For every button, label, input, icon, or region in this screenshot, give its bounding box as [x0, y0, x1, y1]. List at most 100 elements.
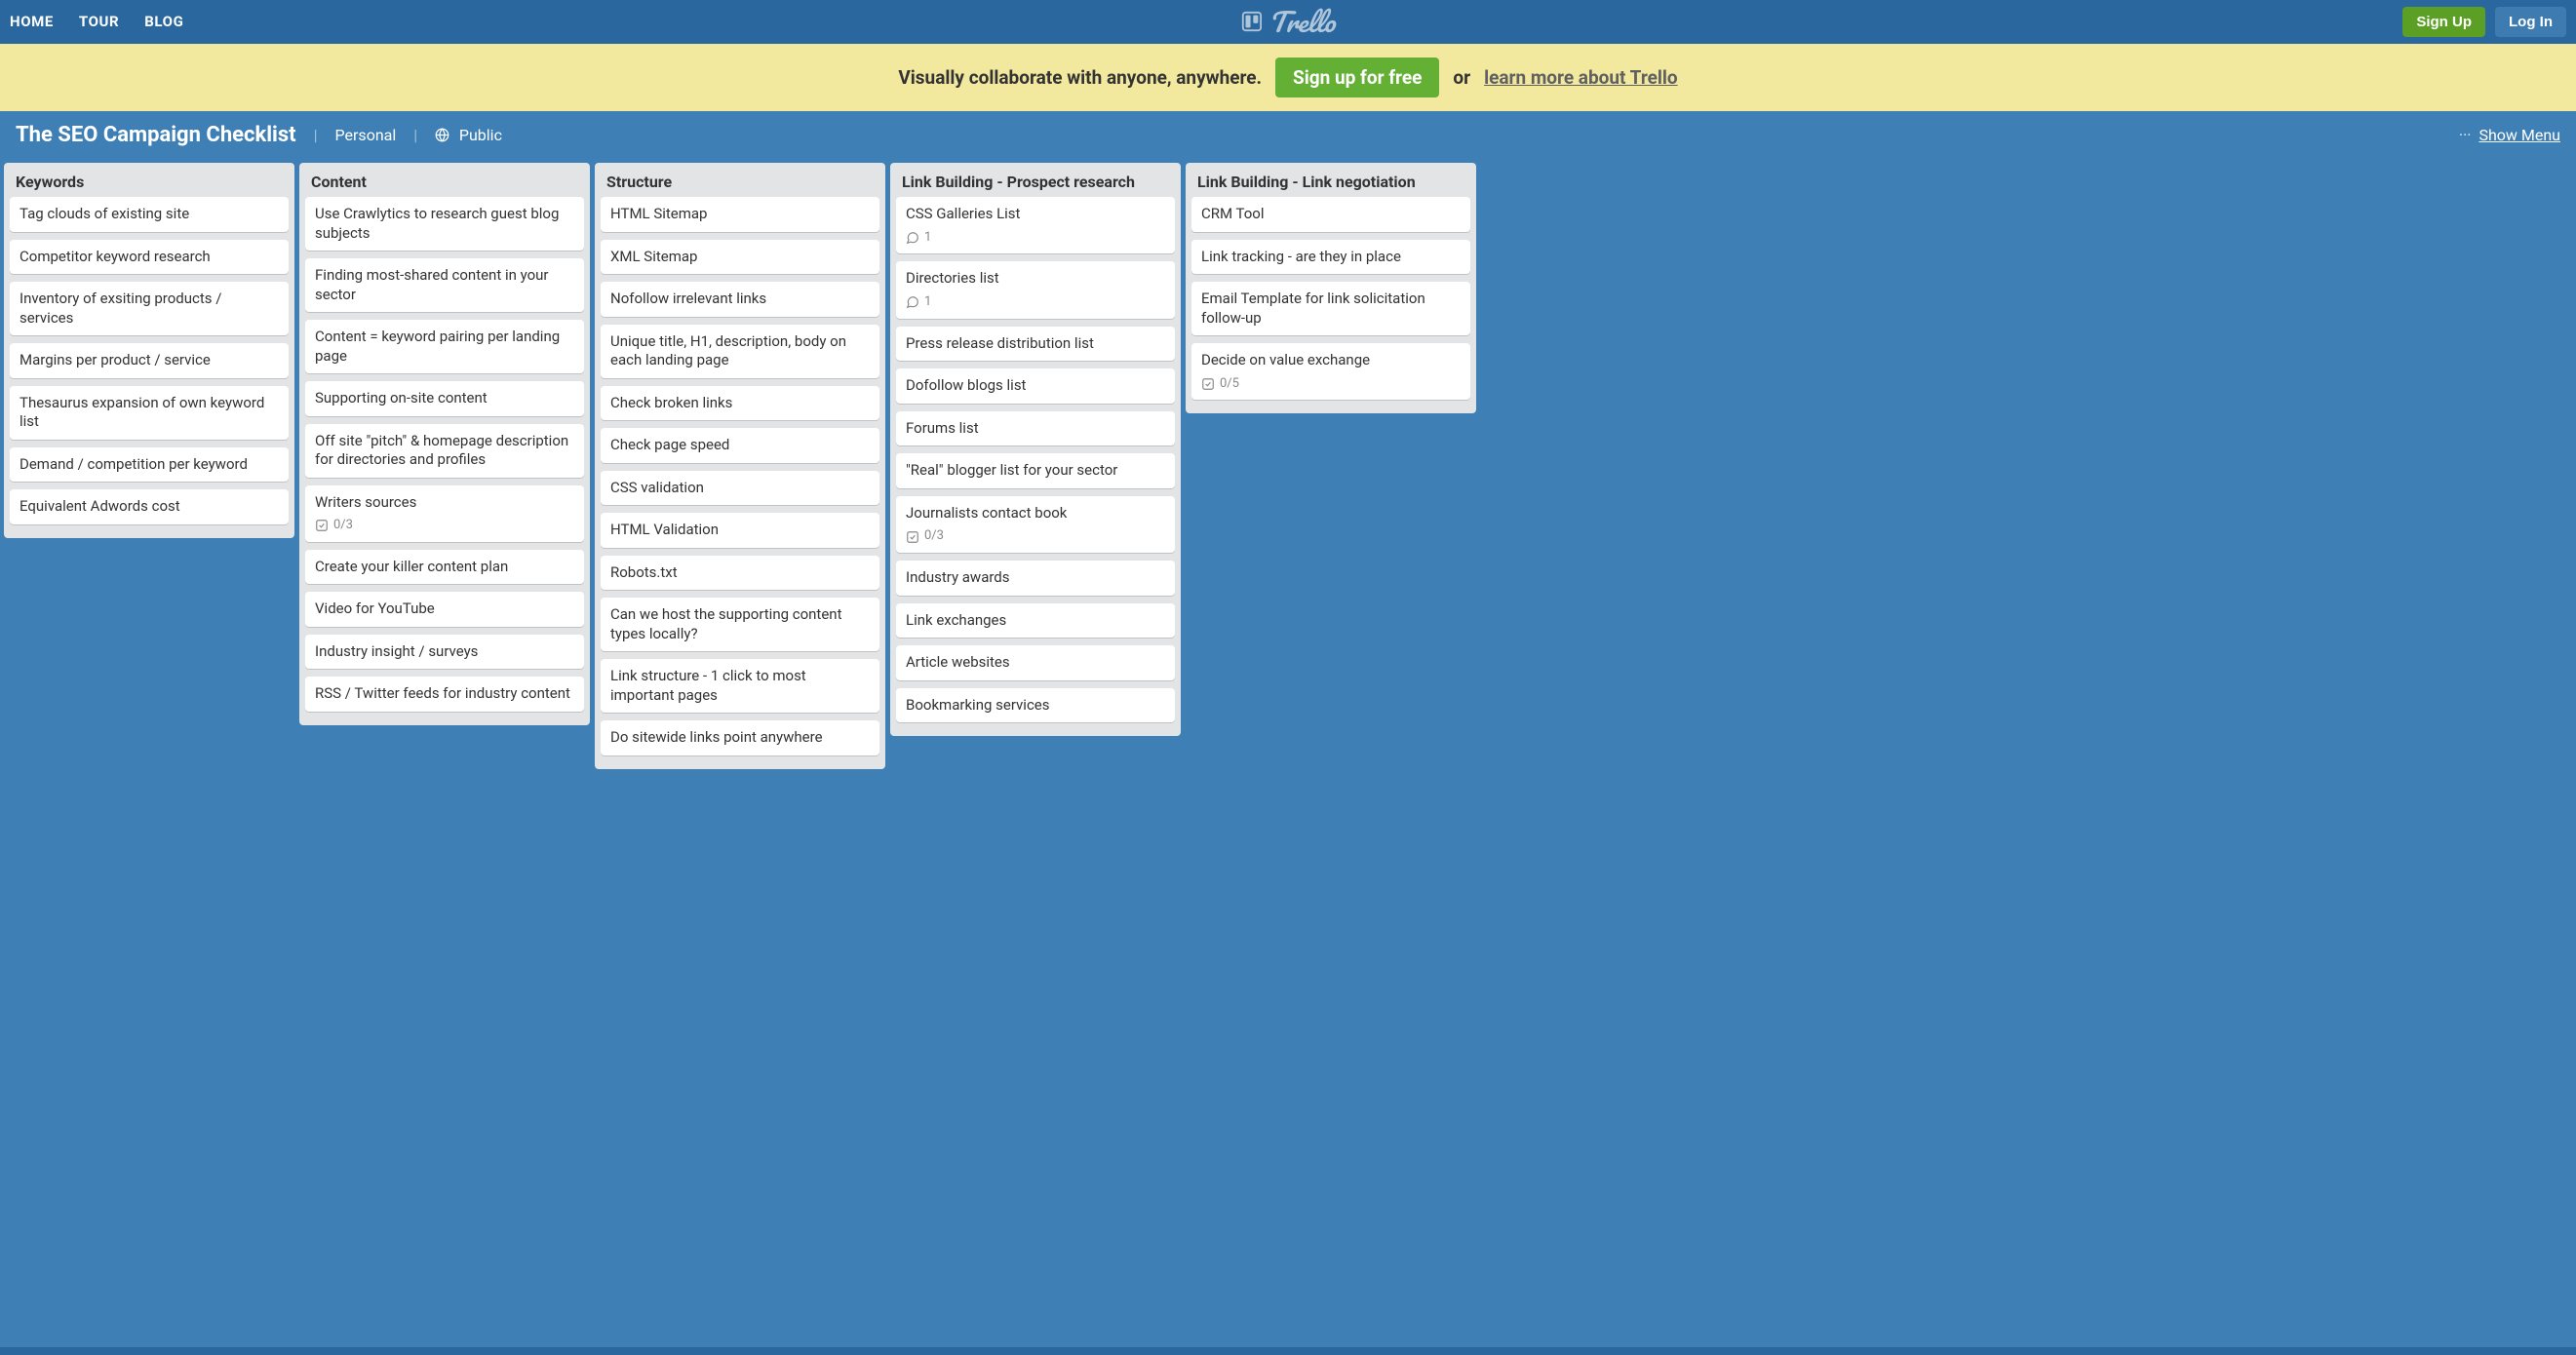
card[interactable]: HTML Sitemap [601, 197, 879, 232]
card[interactable]: Do sitewide links point anywhere [601, 720, 879, 755]
card[interactable]: Demand / competition per keyword [10, 447, 289, 483]
card-title: Decide on value exchange [1201, 351, 1461, 370]
card[interactable]: Press release distribution list [896, 327, 1175, 362]
list-title[interactable]: Content [299, 163, 590, 197]
board-team-label[interactable]: Personal [335, 126, 397, 144]
card-title: RSS / Twitter feeds for industry content [315, 684, 574, 704]
card[interactable]: Create your killer content plan [305, 550, 584, 585]
nav-blog-link[interactable]: BLOG [144, 13, 183, 30]
nav-tour-link[interactable]: TOUR [79, 13, 119, 30]
card-title: Industry insight / surveys [315, 642, 574, 662]
card[interactable]: Check page speed [601, 428, 879, 463]
board-canvas[interactable]: Keywords Tag clouds of existing site Compe… [0, 159, 2576, 1347]
card[interactable]: Use Crawlytics to research guest blog su… [305, 197, 584, 251]
board-title[interactable]: The SEO Campaign Checklist [16, 123, 296, 147]
card-badges: 1 [906, 230, 1165, 247]
card[interactable]: Link exchanges [896, 603, 1175, 639]
card[interactable]: Dofollow blogs list [896, 368, 1175, 404]
card[interactable]: Supporting on-site content [305, 381, 584, 416]
card[interactable]: RSS / Twitter feeds for industry content [305, 677, 584, 712]
board-visibility[interactable]: Public [435, 126, 502, 144]
card[interactable]: CSS validation [601, 471, 879, 506]
show-menu-button[interactable]: Show Menu [2478, 126, 2560, 144]
card[interactable]: Nofollow irrelevant links [601, 282, 879, 317]
card[interactable]: Decide on value exchange 0/5 [1191, 343, 1470, 400]
list-title[interactable]: Structure [595, 163, 885, 197]
card-title: Industry awards [906, 568, 1165, 588]
card[interactable]: Industry insight / surveys [305, 635, 584, 670]
card[interactable]: Bookmarking services [896, 688, 1175, 723]
promo-signup-button[interactable]: Sign up for free [1275, 58, 1439, 97]
card-title: Competitor keyword research [20, 248, 279, 267]
card[interactable]: Equivalent Adwords cost [10, 489, 289, 524]
list: Link Building - Prospect researchCSS Gal… [890, 163, 1181, 736]
card[interactable]: "Real" blogger list for your sector [896, 453, 1175, 488]
card[interactable]: CRM Tool [1191, 197, 1470, 232]
card[interactable]: Competitor keyword research [10, 240, 289, 275]
checklist-badge: 0/3 [906, 528, 944, 545]
card-title: Journalists contact book [906, 504, 1165, 523]
card-title: Unique title, H1, description, body on e… [610, 332, 870, 370]
card-title: Email Template for link solicitation fol… [1201, 290, 1461, 328]
card-title: Inventory of exsiting products / service… [20, 290, 279, 328]
card[interactable]: Email Template for link solicitation fol… [1191, 282, 1470, 335]
card[interactable]: Finding most-shared content in your sect… [305, 258, 584, 312]
card[interactable]: Content = keyword pairing per landing pa… [305, 320, 584, 373]
card[interactable]: HTML Validation [601, 513, 879, 548]
promo-learn-more-link[interactable]: learn more about Trello [1484, 66, 1678, 89]
card[interactable]: Can we host the supporting content types… [601, 598, 879, 651]
card-title: Article websites [906, 653, 1165, 673]
card[interactable]: Margins per product / service [10, 343, 289, 378]
card-title: Forums list [906, 419, 1165, 439]
card-badges: 0/5 [1201, 376, 1461, 393]
comments-badge: 1 [906, 230, 931, 247]
card[interactable]: Off site "pitch" & homepage description … [305, 424, 584, 478]
list-cards: Use Crawlytics to research guest blog su… [299, 197, 590, 725]
card-title: Link exchanges [906, 611, 1165, 631]
card[interactable]: Check broken links [601, 386, 879, 421]
card[interactable]: XML Sitemap [601, 240, 879, 275]
card-title: Can we host the supporting content types… [610, 605, 870, 643]
card[interactable]: Tag clouds of existing site [10, 197, 289, 232]
auth-actions: Sign Up Log In [2402, 7, 2566, 37]
card[interactable]: Link structure - 1 click to most importa… [601, 659, 879, 713]
list-cards: CRM Tool Link tracking - are they in plac… [1186, 197, 1476, 413]
card[interactable]: Unique title, H1, description, body on e… [601, 325, 879, 378]
card-title: HTML Sitemap [610, 205, 870, 224]
card-title: Directories list [906, 269, 1165, 289]
card[interactable]: Video for YouTube [305, 592, 584, 627]
card[interactable]: Forums list [896, 411, 1175, 446]
card[interactable]: Robots.txt [601, 556, 879, 591]
list-title[interactable]: Keywords [4, 163, 294, 197]
card-title: Video for YouTube [315, 600, 574, 619]
signup-button[interactable]: Sign Up [2402, 7, 2485, 37]
card-title: "Real" blogger list for your sector [906, 461, 1165, 481]
globe-icon [435, 127, 453, 144]
list: Content Use Crawlytics to research guest … [299, 163, 590, 725]
brand-name: Trello [1268, 0, 1335, 44]
card[interactable]: Article websites [896, 645, 1175, 680]
card[interactable]: Industry awards [896, 561, 1175, 596]
card[interactable]: CSS Galleries List1 [896, 197, 1175, 253]
card[interactable]: Journalists contact book 0/3 [896, 496, 1175, 553]
card-title: Use Crawlytics to research guest blog su… [315, 205, 574, 243]
trello-board-icon [1241, 11, 1263, 32]
board-header: The SEO Campaign Checklist | Personal | … [0, 111, 2576, 159]
login-button[interactable]: Log In [2495, 7, 2566, 37]
list-title[interactable]: Link Building - Link negotiation [1186, 163, 1476, 197]
list-title[interactable]: Link Building - Prospect research [890, 163, 1181, 197]
list-cards: Tag clouds of existing site Competitor ke… [4, 197, 294, 538]
promo-or-text: or [1453, 66, 1470, 89]
card[interactable]: Directories list 1 [896, 261, 1175, 318]
brand-logo[interactable]: Trello [1241, 0, 1335, 44]
card-title: Tag clouds of existing site [20, 205, 279, 224]
card[interactable]: Inventory of exsiting products / service… [10, 282, 289, 335]
card[interactable]: Thesaurus expansion of own keyword list [10, 386, 289, 440]
nav-home-link[interactable]: HOME [10, 13, 54, 30]
card[interactable]: Writers sources0/3 [305, 485, 584, 542]
card-title: Nofollow irrelevant links [610, 290, 870, 309]
card-badges: 1 [906, 294, 1165, 311]
card-title: Robots.txt [610, 563, 870, 583]
checklist-badge: 0/5 [1201, 376, 1239, 393]
card[interactable]: Link tracking - are they in place [1191, 240, 1470, 275]
